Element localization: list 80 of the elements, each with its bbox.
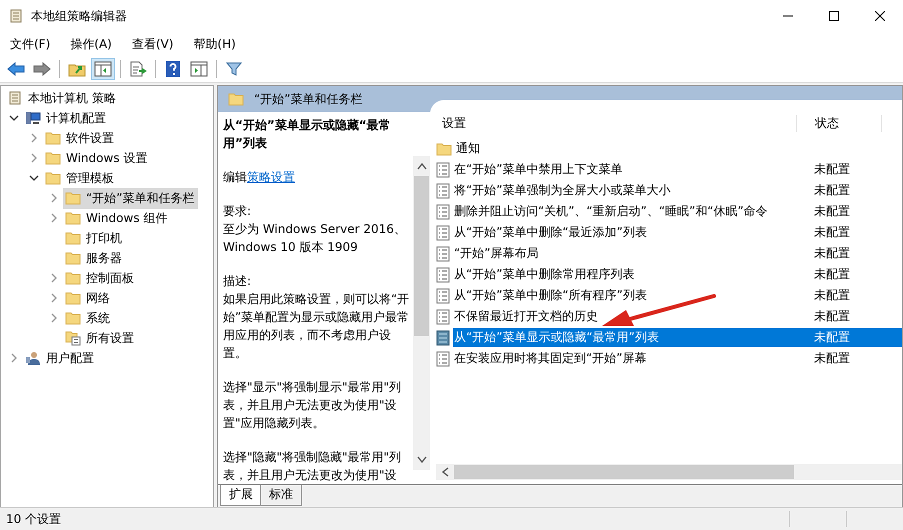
- folder-icon: [65, 231, 81, 245]
- requirements-text: 至少为 Windows Server 2016、Windows 10 版本 1909: [223, 221, 407, 256]
- description-label: 描述:: [223, 273, 252, 290]
- menu-item[interactable]: 文件(F): [4, 32, 56, 56]
- tree-item[interactable]: 服务器: [63, 248, 126, 268]
- setting-row[interactable]: 从“开始”菜单中删除常用程序列表 未配置: [453, 265, 902, 284]
- scroll-down-icon[interactable]: [416, 456, 426, 464]
- tree-item[interactable]: 控制面板: [63, 268, 138, 288]
- requirements-label: 要求:: [223, 203, 252, 220]
- policy-setting-icon: [436, 308, 450, 324]
- policy-setting-icon: [436, 182, 450, 198]
- tree-item[interactable]: Windows 组件: [63, 208, 172, 228]
- tree-item[interactable]: Windows 设置: [43, 148, 152, 168]
- view-tab[interactable]: 扩展: [220, 485, 262, 506]
- setting-row[interactable]: 通知: [455, 139, 902, 158]
- setting-row[interactable]: “开始”屏幕布局 未配置: [453, 244, 902, 263]
- folder-icon: [45, 131, 61, 145]
- policy-scroll-icon: [7, 90, 23, 106]
- vertical-scrollbar[interactable]: [413, 156, 430, 470]
- folder-settings-icon: [65, 330, 81, 346]
- tree-item[interactable]: 所有设置: [63, 328, 138, 348]
- policy-setting-icon: [436, 288, 450, 304]
- computer-icon: [25, 110, 41, 126]
- show-tree-button[interactable]: [91, 58, 115, 80]
- maximize-icon: [829, 11, 839, 21]
- tree-item[interactable]: 计算机配置: [23, 108, 110, 128]
- scroll-left-icon[interactable]: [441, 467, 449, 477]
- description-paragraph: 选择"显示"将强制显示"最常用"列表，并且用户无法更改为使用"设置"应用隐藏列表。: [223, 379, 402, 432]
- policy-scroll-icon: [8, 8, 24, 24]
- policy-setting-icon: [436, 162, 450, 178]
- folder-icon: [65, 191, 81, 205]
- policy-setting-icon: [436, 266, 450, 282]
- menu-item[interactable]: 查看(V): [126, 32, 180, 56]
- view-tab[interactable]: 标准: [260, 485, 302, 506]
- setting-row[interactable]: 从“开始”菜单中删除“所有程序”列表 未配置: [453, 286, 902, 305]
- setting-row[interactable]: 在安装应用时将其固定到“开始”屏幕 未配置: [453, 349, 902, 368]
- description-paragraph: 如果启用此策略设置，则可以将“开始”菜单配置为显示或隐藏用户最常用应用的列表，而不考虑用户设置。: [223, 291, 410, 362]
- setting-row[interactable]: 在“开始”菜单中禁用上下文菜单 未配置: [453, 160, 902, 179]
- folder-icon: [65, 291, 81, 305]
- setting-row[interactable]: 将“开始”菜单强制为全屏大小或菜单大小 未配置: [453, 181, 902, 200]
- edit-label: 编辑: [223, 170, 247, 184]
- description-paragraph: 选择"隐藏"将强制隐藏"最常用"列表，并且用户无法更改为使用"设: [223, 449, 402, 484]
- setting-row[interactable]: 不保留最近打开文档的历史 未配置: [453, 307, 902, 326]
- policy-setting-icon: [436, 224, 450, 240]
- column-header[interactable]: 状态: [797, 114, 882, 132]
- tree-item[interactable]: 软件设置: [43, 128, 118, 148]
- horizontal-scrollbar[interactable]: [436, 464, 902, 480]
- policy-setting-selected-icon: [436, 330, 450, 346]
- menu-item[interactable]: 帮助(H): [187, 32, 242, 56]
- folder-icon: [45, 151, 61, 165]
- column-header[interactable]: 设置: [436, 114, 797, 132]
- status-text: 10 个设置: [5, 510, 62, 528]
- close-icon: [875, 11, 885, 21]
- policy-setting-icon: [436, 350, 450, 366]
- tree-item[interactable]: 网络: [63, 288, 114, 308]
- user-icon: [25, 350, 41, 366]
- tree-item[interactable]: “开始”菜单和任务栏: [63, 188, 198, 208]
- scroll-up-icon[interactable]: [416, 162, 426, 170]
- policy-title: 从“开始”菜单显示或隐藏“最常用”列表: [223, 117, 392, 152]
- tree-item[interactable]: 系统: [63, 308, 114, 328]
- folder-icon: [228, 92, 244, 106]
- setting-row[interactable]: 从“开始”菜单中删除“最近添加”列表 未配置: [453, 223, 902, 242]
- tree-item[interactable]: 打印机: [63, 228, 126, 248]
- folder-icon: [65, 211, 81, 225]
- tree-item[interactable]: 本地计算机 策略: [5, 88, 120, 108]
- tree-item[interactable]: 管理模板: [43, 168, 118, 188]
- setting-row[interactable]: 删除并阻止访问“关机”、“重新启动”、“睡眠”和“休眠”命令 未配置: [453, 202, 902, 221]
- folder-icon: [436, 142, 452, 156]
- folder-icon: [65, 251, 81, 265]
- folder-icon: [45, 171, 61, 185]
- menu-item[interactable]: 操作(A): [64, 32, 118, 56]
- tree-item[interactable]: 用户配置: [23, 348, 98, 368]
- window-title: 本地组策略编辑器: [31, 8, 127, 24]
- minimize-icon: [783, 15, 793, 17]
- folder-icon: [65, 271, 81, 285]
- folder-icon: [65, 311, 81, 325]
- policy-setting-icon: [436, 204, 450, 220]
- policy-setting-icon: [436, 246, 450, 262]
- setting-row[interactable]: 从“开始”菜单显示或隐藏“最常用”列表 未配置: [453, 328, 902, 347]
- policy-settings-link[interactable]: 策略设置: [247, 170, 295, 184]
